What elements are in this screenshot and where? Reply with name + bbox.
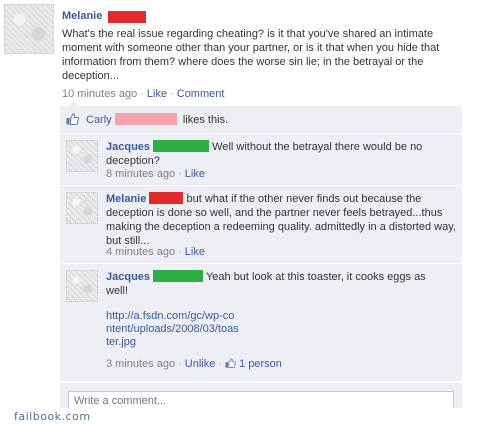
url-line[interactable]: ter.jpg (106, 336, 239, 349)
liker-name-link[interactable]: Carly (86, 114, 112, 126)
separator-dot: · (218, 358, 223, 370)
likes-suffix: likes this. (182, 114, 229, 126)
post-message: What's the real issue regarding cheating… (62, 28, 440, 82)
separator-dot: · (170, 88, 174, 100)
comment-timestamp[interactable]: 4 minutes ago (106, 246, 175, 258)
comment-avatar[interactable] (66, 192, 98, 224)
comment-author-link[interactable]: Jacques (106, 141, 150, 153)
comment-body: Jacques Well without the betrayal there … (106, 140, 458, 168)
likes-text: Carly likes this. (86, 113, 228, 126)
redaction-bar (149, 192, 184, 204)
comment-item: Jacques Yeah but look at this toaster, i… (60, 264, 462, 382)
comment-avatar[interactable] (66, 140, 98, 172)
comment-body: Jacques Yeah but look at this toaster, i… (106, 270, 446, 298)
comment-unlike-link[interactable]: Unlike (185, 358, 216, 370)
comment-like-count[interactable]: 1 person (239, 358, 282, 370)
comment-like-link[interactable]: Like (185, 168, 205, 180)
post-timestamp[interactable]: 10 minutes ago (62, 88, 137, 100)
comment-meta: 4 minutes ago · Like (106, 246, 205, 258)
comment-link[interactable]: Comment (177, 88, 225, 100)
post-meta: 10 minutes ago · Like · Comment (62, 88, 224, 100)
url-line[interactable]: ntent/uploads/2008/03/toas (106, 323, 239, 336)
url-line[interactable]: http://a.fsdn.com/gc/wp-co (106, 310, 239, 323)
watermark-bar: failbook.com (0, 408, 480, 424)
like-link[interactable]: Like (147, 88, 167, 100)
separator-dot: · (178, 358, 182, 370)
comment-item: Jacques Well without the betrayal there … (60, 134, 462, 186)
watermark-text: failbook.com (14, 410, 91, 423)
comment-avatar[interactable] (66, 270, 98, 302)
comment-meta: 8 minutes ago · Like (106, 168, 205, 180)
redaction-bar (108, 11, 146, 23)
comment-like-link[interactable]: Like (185, 246, 205, 258)
comment-meta: 3 minutes ago · Unlike · 1 person (106, 358, 282, 370)
thumbs-up-icon (66, 113, 79, 125)
comment-item: Melanie but what if the other never find… (60, 186, 462, 264)
comment-author-link[interactable]: Melanie (106, 193, 146, 205)
separator-dot: · (140, 88, 144, 100)
comment-timestamp[interactable]: 8 minutes ago (106, 168, 175, 180)
thumbs-up-icon (225, 358, 236, 368)
avatar[interactable] (4, 4, 54, 54)
comment-url-link[interactable]: http://a.fsdn.com/gc/wp-co ntent/uploads… (106, 310, 239, 349)
comment-body: Melanie but what if the other never find… (106, 192, 458, 248)
redaction-bar (153, 270, 204, 282)
redaction-bar (114, 113, 177, 125)
redaction-bar (153, 140, 210, 152)
comment-author-link[interactable]: Jacques (106, 271, 150, 283)
likes-summary: Carly likes this. (60, 106, 462, 133)
separator-dot: · (178, 168, 182, 180)
post-author-link[interactable]: Melanie (62, 10, 102, 22)
separator-dot: · (178, 246, 182, 258)
comment-timestamp[interactable]: 3 minutes ago (106, 358, 175, 370)
